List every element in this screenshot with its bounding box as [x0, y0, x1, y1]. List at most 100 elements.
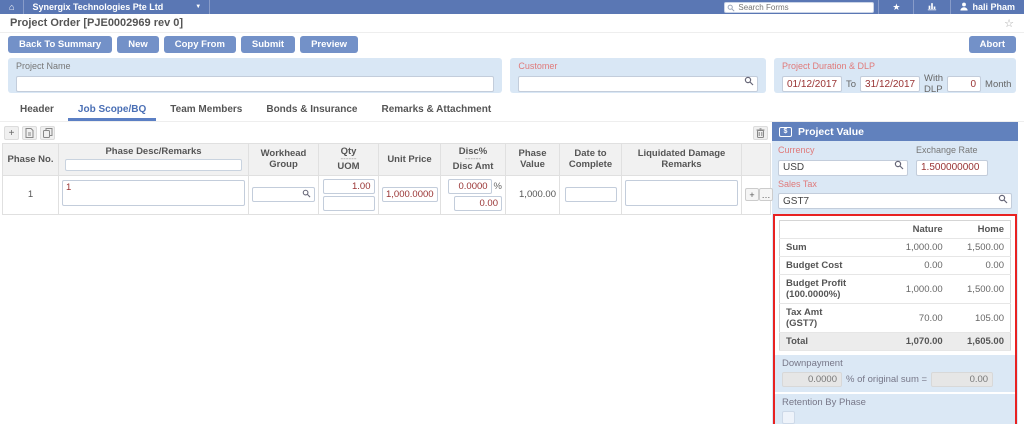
phase-value-cell: 1,000.00 — [506, 175, 560, 214]
uom-input[interactable] — [323, 196, 375, 211]
downpayment-pct-input — [782, 372, 842, 387]
row-add-button[interactable]: + — [745, 188, 759, 201]
phase-desc-filter-input[interactable] — [65, 159, 243, 171]
exchange-rate-input[interactable] — [916, 160, 988, 176]
phase-no-cell: 1 — [3, 175, 59, 214]
summary-row-budget-profit: Budget Profit (100.0000%) 1,000.00 1,500… — [780, 275, 1011, 304]
preview-button[interactable]: Preview — [300, 36, 358, 53]
customer-search-icon[interactable] — [744, 76, 754, 86]
money-icon: $ — [779, 127, 792, 137]
sales-tax-input[interactable] — [778, 193, 1012, 209]
project-name-label: Project Name — [16, 61, 494, 71]
col-date-to-complete: Date to Complete — [560, 144, 622, 176]
customer-input[interactable] — [518, 76, 758, 92]
home-icon: ⌂ — [9, 2, 14, 12]
table-header-row: Phase No. Phase Desc/Remarks Workhead Gr… — [3, 144, 771, 176]
liquidated-damage-input[interactable] — [625, 180, 738, 206]
star-icon: ★ — [892, 2, 900, 13]
tab-team-members[interactable]: Team Members — [160, 99, 252, 121]
project-value-title: Project Value — [798, 126, 864, 138]
tab-remarks-attachment[interactable]: Remarks & Attachment — [371, 99, 501, 121]
company-name: Synergix Technologies Pte Ltd — [32, 2, 163, 12]
duplicate-row-button[interactable] — [40, 126, 55, 140]
delete-row-button[interactable] — [753, 126, 768, 140]
col-disc: Disc% ------ Disc Amt — [441, 144, 506, 176]
disc-amt-input[interactable] — [454, 196, 502, 211]
topbar-spacer — [210, 0, 720, 14]
company-selector[interactable]: Synergix Technologies Pte Ltd ▼ — [24, 0, 210, 14]
customer-label: Customer — [518, 61, 758, 71]
new-button[interactable]: New — [117, 36, 159, 53]
submit-button[interactable]: Submit — [241, 36, 295, 53]
tax-amt-label: Tax Amt — [786, 307, 822, 318]
qty-input[interactable] — [323, 179, 375, 194]
summary-row-sum: Sum 1,000.00 1,500.00 — [780, 239, 1011, 257]
top-navigation-bar: ⌂ Synergix Technologies Pte Ltd ▼ ★ hali… — [0, 0, 1024, 14]
workhead-group-cell — [249, 175, 319, 214]
col-nature: Nature — [888, 221, 949, 239]
tab-header[interactable]: Header — [10, 99, 64, 121]
disc-pct-input[interactable] — [448, 179, 492, 194]
col-qty-uom: Qty ------ UOM — [319, 144, 379, 176]
project-name-input[interactable] — [16, 76, 494, 92]
tab-job-scope-bq[interactable]: Job Scope/BQ — [68, 99, 156, 121]
tab-bonds-insurance[interactable]: Bonds & Insurance — [256, 99, 367, 121]
exchange-rate-label: Exchange Rate — [916, 145, 988, 155]
trash-icon — [756, 128, 765, 138]
unit-price-input[interactable] — [382, 187, 438, 202]
currency-input[interactable] — [778, 160, 908, 176]
grid-toolbar: + — [2, 125, 770, 143]
duration-to-date-input[interactable] — [860, 76, 920, 92]
copy-icon — [43, 128, 53, 138]
downpayment-suffix: % of original sum = — [846, 374, 927, 385]
retention-by-phase-checkbox[interactable] — [782, 411, 795, 424]
add-row-button[interactable]: + — [4, 126, 19, 140]
col-workhead-group: Workhead Group — [249, 144, 319, 176]
copy-from-button[interactable]: Copy From — [164, 36, 236, 53]
summary-row-total: Total 1,070.00 1,605.00 — [780, 333, 1011, 351]
page-title: Project Order [PJE0002969 rev 0] — [10, 17, 183, 29]
user-menu[interactable]: hali Pham — [950, 0, 1024, 14]
summary-row-tax-amt: Tax Amt (GST7) 70.00 105.00 — [780, 304, 1011, 333]
abort-button[interactable]: Abort — [969, 36, 1016, 53]
sales-tax-label: Sales Tax — [778, 179, 1012, 189]
table-row: 1 1 — [3, 175, 771, 214]
user-icon — [960, 2, 968, 13]
sales-tax-search-icon[interactable] — [998, 194, 1008, 204]
home-button[interactable]: ⌂ — [0, 0, 24, 14]
date-to-complete-cell — [560, 175, 622, 214]
duration-to-label: To — [846, 79, 856, 90]
col-liquidated-damage-remarks: Liquidated Damage Remarks — [622, 144, 742, 176]
project-value-fields: Currency Exchange Rate Sales Tax — [772, 141, 1018, 214]
project-name-panel: Project Name — [8, 58, 502, 93]
percent-suffix: % — [494, 181, 502, 192]
unit-price-cell — [379, 175, 441, 214]
phase-desc-input[interactable]: 1 — [62, 180, 245, 206]
month-label: Month — [985, 79, 1011, 90]
favorites-button[interactable]: ★ — [878, 0, 913, 14]
col-disc-amt-label: Disc Amt — [453, 161, 494, 172]
phase-desc-cell: 1 — [59, 175, 249, 214]
search-input[interactable] — [724, 2, 874, 13]
reports-button[interactable] — [913, 0, 950, 14]
currency-search-icon[interactable] — [894, 160, 904, 170]
disc-cell: % — [441, 175, 506, 214]
workhead-search-icon[interactable] — [302, 189, 311, 198]
duration-from-date-input[interactable] — [782, 76, 842, 92]
date-to-complete-input[interactable] — [565, 187, 617, 202]
back-to-summary-button[interactable]: Back To Summary — [8, 36, 112, 53]
insert-row-button[interactable] — [22, 126, 37, 140]
favorite-star-icon[interactable]: ☆ — [1004, 17, 1014, 30]
qty-uom-cell — [319, 175, 379, 214]
dlp-months-input[interactable] — [947, 76, 981, 92]
col-phase-no: Phase No. — [3, 144, 59, 176]
action-toolbar: Back To Summary New Copy From Submit Pre… — [0, 33, 1024, 56]
col-uom-label: UOM — [337, 161, 359, 172]
project-value-highlight-box: Nature Home Sum 1,000.00 1,500.00 Budget… — [773, 214, 1017, 424]
retention-by-phase-label: Retention By Phase — [782, 397, 1008, 408]
with-dlp-label: With DLP — [924, 73, 943, 95]
job-scope-grid-area: + — [0, 122, 772, 424]
chevron-down-icon: ▼ — [195, 4, 201, 10]
col-home: Home — [949, 221, 1011, 239]
row-more-button[interactable]: … — [759, 188, 773, 201]
